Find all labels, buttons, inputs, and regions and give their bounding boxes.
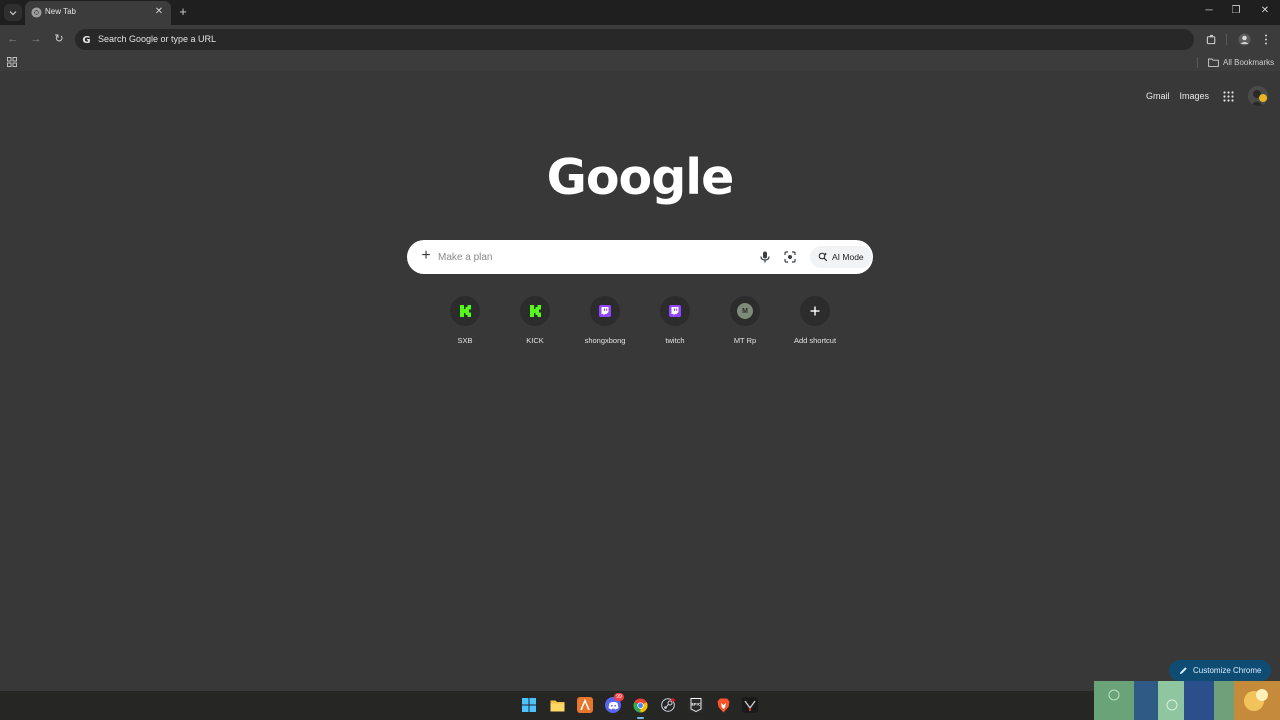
top-links: Gmail Images [1136,86,1268,106]
all-bookmarks-label: All Bookmarks [1223,58,1275,67]
microphone-icon[interactable] [758,250,772,264]
chrome-icon[interactable] [632,697,648,713]
taskbar: 99 EPIC [0,691,1280,720]
app-a-icon[interactable] [577,697,593,713]
all-bookmarks-button[interactable]: All Bookmarks [1208,56,1274,69]
bookmarks-divider [1197,57,1198,68]
omnibox-placeholder: Search Google or type a URL [98,34,217,44]
reload-icon[interactable]: ↻ [52,32,66,46]
customize-chrome-button[interactable]: Customize Chrome [1169,660,1272,681]
tab-strip: New Tab ✕ + ─ ❐ ✕ [0,0,1280,25]
svg-text:G: G [82,35,90,45]
account-avatar[interactable] [1248,86,1268,106]
customize-chrome-label: Customize Chrome [1193,666,1262,675]
windows-start-icon[interactable] [521,697,537,713]
tab-title: New Tab [45,7,76,16]
google-g-icon: G [82,35,90,45]
folder-icon [1208,58,1219,67]
plus-icon [810,306,820,316]
search-input[interactable] [438,249,738,265]
images-link[interactable]: Images [1179,91,1209,101]
letter-avatar-letter: M [742,307,748,315]
chevron-down-icon [9,10,17,15]
discord-badge: 99 [614,693,624,701]
shortcut-tile[interactable]: shongxbong [570,296,640,356]
file-explorer-icon[interactable] [549,697,565,713]
epic-games-icon[interactable]: EPIC [688,697,704,713]
ai-mode-icon [818,252,828,262]
ai-mode-label: AI Mode [832,252,864,262]
google-lens-icon[interactable] [783,250,797,264]
shortcut-icon-circle: M [730,296,760,326]
extensions-icon[interactable] [1204,32,1218,46]
tab-new-tab[interactable]: New Tab ✕ [25,1,171,25]
shortcut-label: SXB [457,336,473,345]
google-apps-icon[interactable] [1223,90,1234,102]
shortcut-tile[interactable]: M MT Rp [710,296,780,356]
profile-icon[interactable] [1237,32,1251,46]
brave-icon[interactable] [715,697,731,713]
shortcut-label: Add shortcut [793,336,837,345]
close-icon[interactable]: ✕ [153,6,165,18]
svg-text:EPIC: EPIC [691,703,700,707]
menu-kebab-icon[interactable] [1259,32,1273,46]
kick-icon [530,305,541,317]
twitch-icon [669,305,681,317]
gmail-link[interactable]: Gmail [1146,91,1170,101]
forward-icon[interactable]: → [29,32,43,46]
shortcut-label: shongxbong [584,336,626,345]
shortcut-icon-circle [800,296,830,326]
toolbar-divider [1226,34,1227,45]
shortcut-tile[interactable]: SXB [430,296,500,356]
kick-icon [460,305,471,317]
new-tab-button[interactable]: + [176,5,190,19]
shortcut-tile[interactable]: KICK [500,296,570,356]
omnibox[interactable]: G Search Google or type a URL [75,29,1194,50]
pencil-icon [1180,667,1187,674]
shortcut-icon-circle [520,296,550,326]
shortcut-icon-circle [660,296,690,326]
minimize-icon[interactable]: ─ [1202,4,1216,18]
overlay-thumbnail-image [1094,681,1280,720]
ai-mode-button[interactable]: AI Mode [810,246,872,268]
shortcut-tile[interactable]: twitch [640,296,710,356]
tab-search-button[interactable] [4,4,22,21]
back-icon[interactable]: ← [6,32,20,46]
add-shortcut-tile[interactable]: Add shortcut [780,296,850,356]
steam-icon[interactable] [660,697,676,713]
new-tab-page: Gmail Images Google + Make a plan AI Mod… [0,71,1280,691]
letter-avatar: M [737,303,753,319]
google-logo: Google [546,149,735,206]
chrome-icon [31,7,42,18]
discord-icon[interactable]: 99 [605,693,624,713]
shortcut-icon-circle [450,296,480,326]
close-window-icon[interactable]: ✕ [1258,4,1272,18]
shortcuts-grid: SXB KICK shongxbong twitch M MT Rp Add s… [430,296,850,356]
toolbar: ← → ↻ G Search Google or type a URL [0,25,1280,54]
shortcut-label: MT Rp [733,336,757,345]
apps-grid-icon[interactable] [7,57,17,67]
search-box[interactable]: + AI Mode [407,240,873,274]
bookmarks-bar: All Bookmarks [0,54,1280,71]
add-attachment-icon[interactable]: + [418,248,434,264]
restore-icon[interactable]: ❐ [1229,4,1243,18]
shortcut-label: KICK [526,336,544,345]
shortcut-icon-circle [590,296,620,326]
active-app-indicator [637,717,644,719]
twitch-icon [599,305,611,317]
avatar-image [1248,86,1268,106]
shortcut-label: twitch [665,336,685,345]
game-launcher-icon[interactable] [742,697,758,713]
